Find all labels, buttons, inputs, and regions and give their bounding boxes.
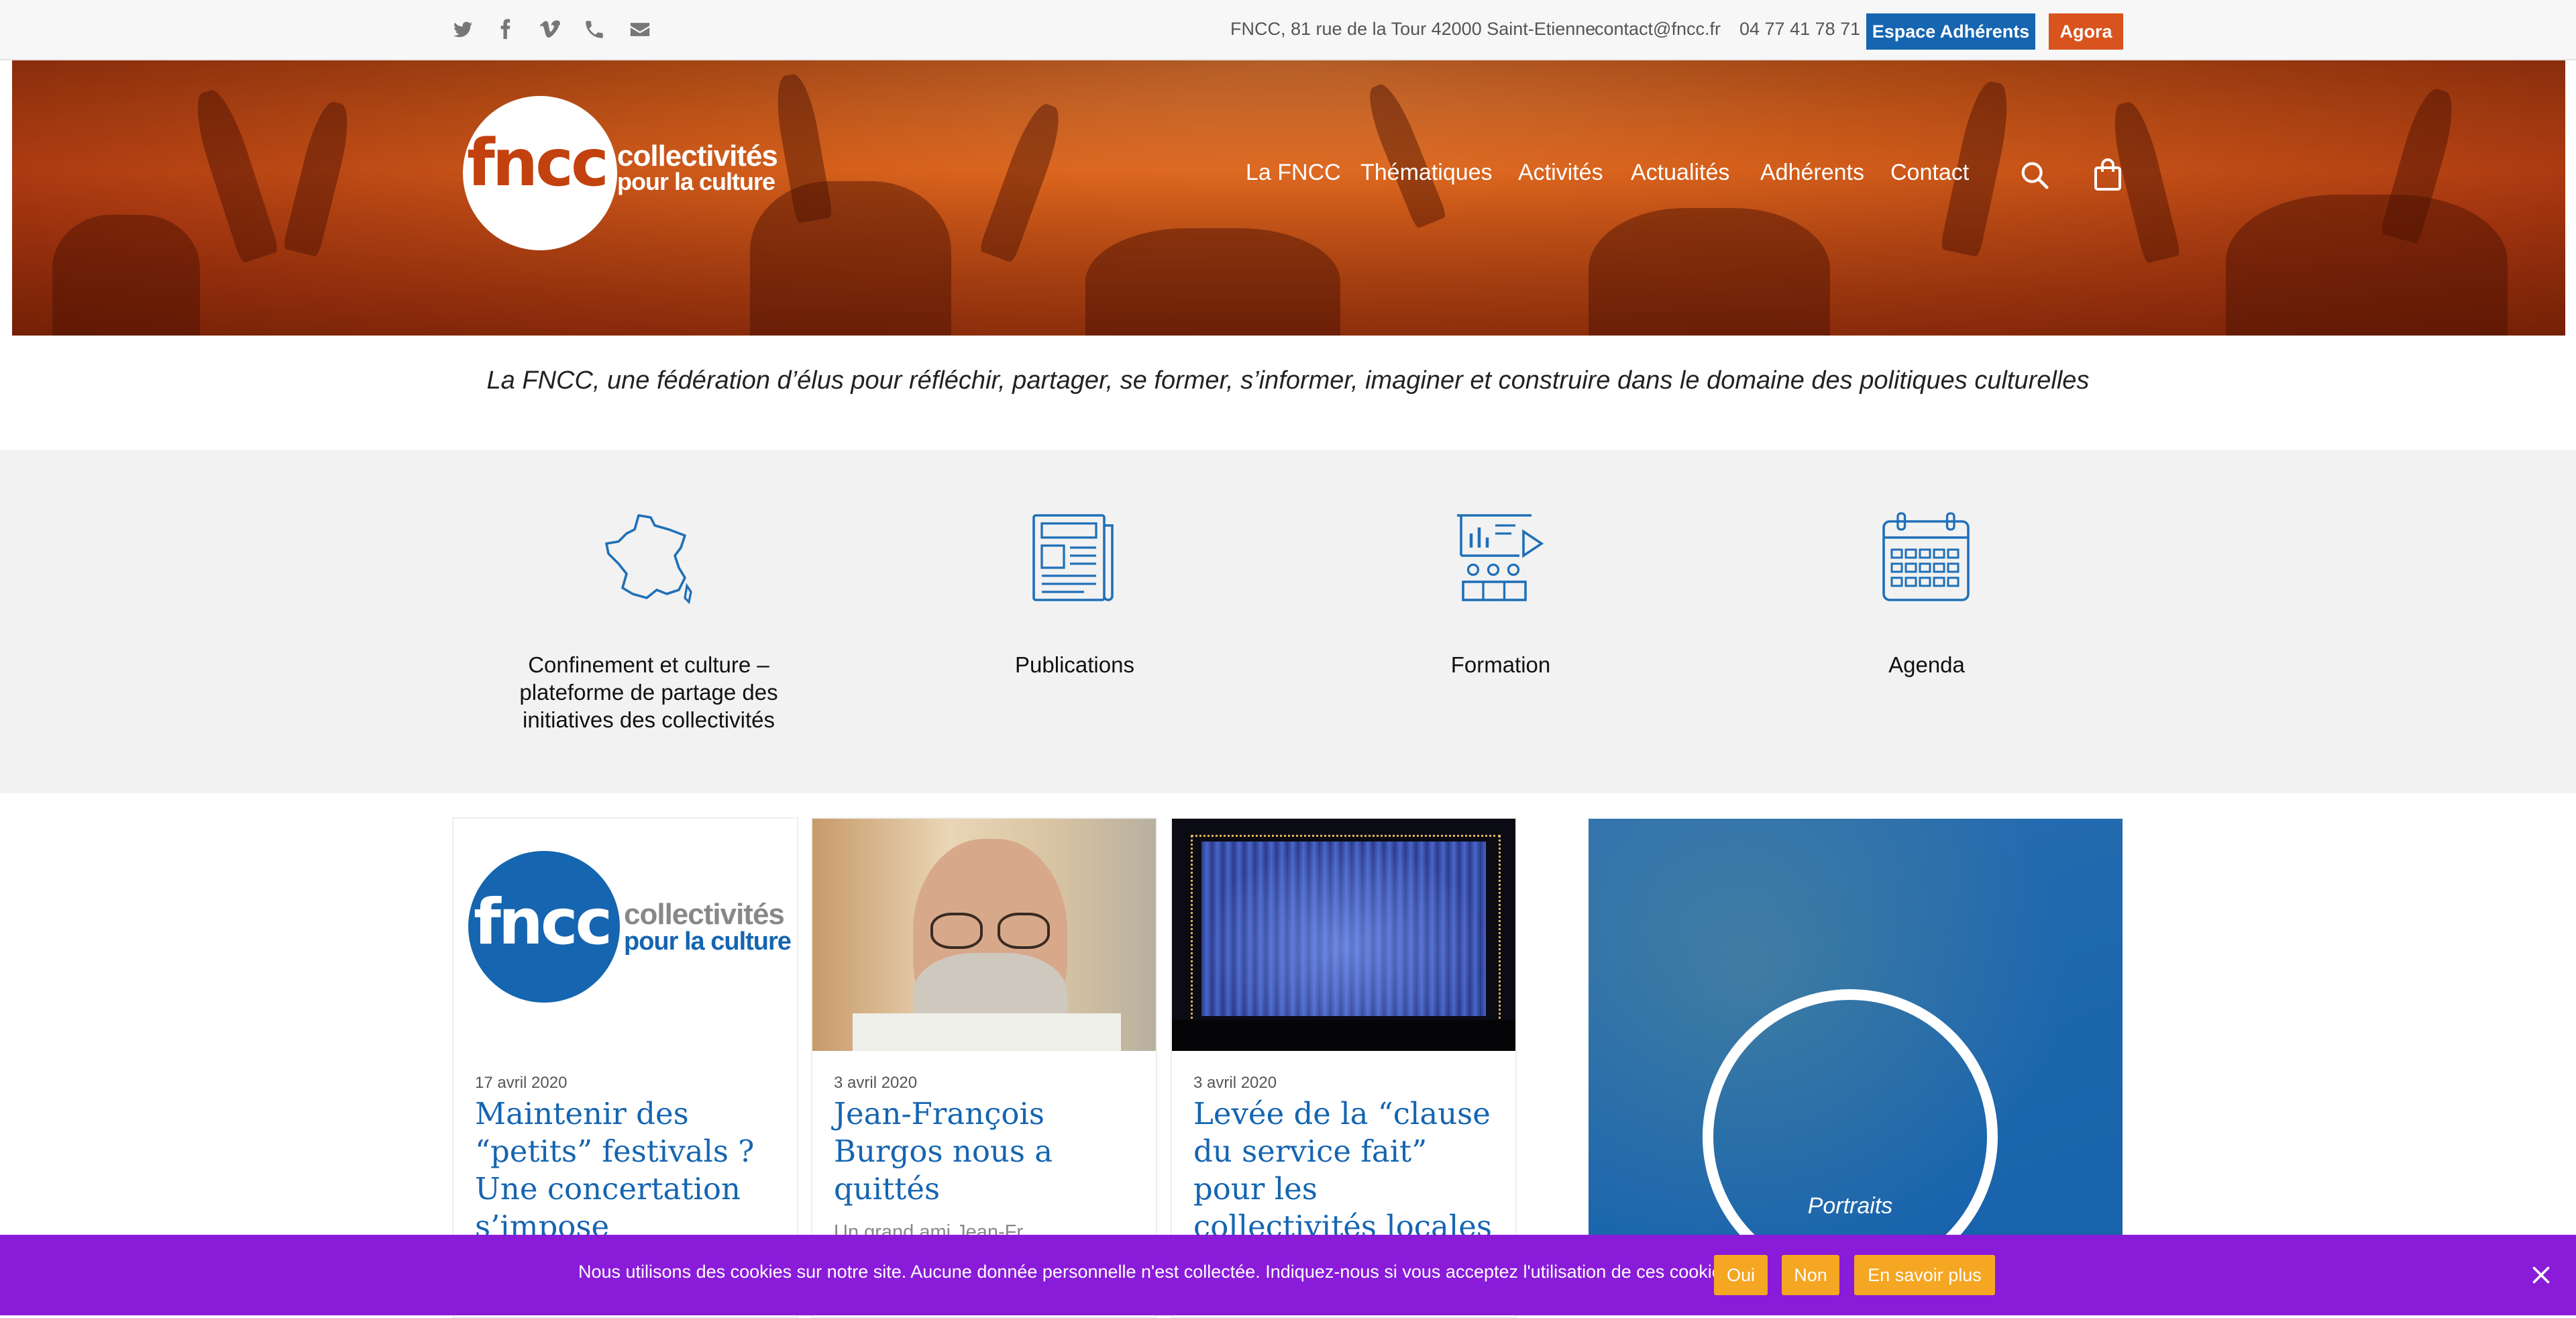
feature-band bbox=[0, 450, 2576, 793]
search-icon[interactable] bbox=[2019, 160, 2050, 191]
cookie-accept-button[interactable]: Oui bbox=[1714, 1255, 1768, 1295]
agora-button[interactable]: Agora bbox=[2049, 13, 2123, 50]
newspaper-icon[interactable] bbox=[1024, 507, 1124, 608]
glasses-right bbox=[998, 913, 1050, 949]
feature-label-formation[interactable]: Formation bbox=[1340, 651, 1662, 678]
crowd-silhouette bbox=[2226, 195, 2508, 336]
espace-adherents-button[interactable]: Espace Adhérents bbox=[1866, 13, 2035, 50]
twitter-icon[interactable] bbox=[448, 15, 478, 44]
vimeo-icon[interactable] bbox=[535, 15, 564, 44]
facebook-icon[interactable] bbox=[490, 15, 520, 44]
cookie-decline-button[interactable]: Non bbox=[1782, 1255, 1839, 1295]
nav-la-fncc[interactable]: La FNCC bbox=[1246, 160, 1341, 186]
logo-text-line2: pour la culture bbox=[617, 168, 775, 195]
logo-text-line1: collectivités bbox=[624, 898, 785, 931]
contact-email-link[interactable]: contact@fncc.fr bbox=[1595, 17, 1721, 41]
presentation-icon[interactable] bbox=[1449, 507, 1550, 608]
post-date: 3 avril 2020 bbox=[834, 1074, 918, 1092]
feature-label-agenda[interactable]: Agenda bbox=[1766, 651, 2088, 678]
feature-label-publications[interactable]: Publications bbox=[914, 651, 1236, 678]
glasses-left bbox=[930, 913, 983, 949]
nav-activites[interactable]: Activités bbox=[1518, 160, 1603, 186]
post-title[interactable]: Jean-François Burgos nous a quittés bbox=[834, 1095, 1142, 1208]
portrait-shirt bbox=[853, 1013, 1121, 1051]
top-utility-bar: FNCC, 81 rue de la Tour 42000 Saint-Etie… bbox=[0, 0, 2576, 60]
post-thumbnail[interactable]: fncc collectivités pour la culture bbox=[453, 819, 797, 1051]
cookie-consent-bar: Nous utilisons des cookies sur notre sit… bbox=[0, 1235, 2576, 1315]
logo-mark: fncc bbox=[474, 886, 612, 959]
post-thumbnail[interactable] bbox=[812, 819, 1156, 1051]
email-icon[interactable] bbox=[625, 15, 655, 44]
crowd-silhouette bbox=[1589, 208, 1830, 336]
calendar-icon[interactable] bbox=[1876, 507, 1976, 608]
portraits-label[interactable]: Portraits bbox=[1703, 1193, 1998, 1219]
hero-banner bbox=[12, 60, 2565, 336]
logo-text-line2: pour la culture bbox=[624, 927, 792, 956]
site-tagline: La FNCC, une fédération d’élus pour réfl… bbox=[486, 366, 2090, 395]
cookie-message: Nous utilisons des cookies sur notre sit… bbox=[578, 1262, 1741, 1282]
post-title[interactable]: Maintenir des “petits” festivals ? Une c… bbox=[475, 1095, 784, 1246]
shopping-bag-icon[interactable] bbox=[2093, 158, 2123, 191]
nav-adherents[interactable]: Adhérents bbox=[1760, 160, 1864, 186]
feature-label-confinement[interactable]: Confinement et culture – plateforme de p… bbox=[488, 651, 810, 733]
france-map-icon[interactable] bbox=[598, 507, 699, 608]
post-date: 17 avril 2020 bbox=[475, 1074, 568, 1092]
post-thumbnail[interactable] bbox=[1172, 819, 1515, 1051]
nav-thematiques[interactable]: Thématiques bbox=[1360, 160, 1493, 186]
address-text: FNCC, 81 rue de la Tour 42000 Saint-Etie… bbox=[1230, 19, 1596, 39]
close-icon[interactable] bbox=[2529, 1263, 2553, 1287]
crowd-silhouette bbox=[1085, 228, 1340, 336]
logo-mark: fncc bbox=[467, 125, 609, 201]
crowd-silhouette bbox=[52, 215, 200, 336]
cookie-more-button[interactable]: En savoir plus bbox=[1854, 1255, 1995, 1295]
phone-number-link[interactable]: 04 77 41 78 71 bbox=[1739, 17, 1860, 41]
site-logo[interactable]: fncc bbox=[463, 96, 617, 250]
stage-floor bbox=[1172, 1020, 1515, 1051]
crowd-silhouette bbox=[750, 181, 951, 336]
phone-icon[interactable] bbox=[580, 15, 609, 44]
post-date: 3 avril 2020 bbox=[1193, 1074, 1277, 1092]
nav-actualites[interactable]: Actualités bbox=[1631, 160, 1729, 186]
stage-spotlight bbox=[1201, 842, 1486, 1016]
nav-contact[interactable]: Contact bbox=[1890, 160, 1969, 186]
